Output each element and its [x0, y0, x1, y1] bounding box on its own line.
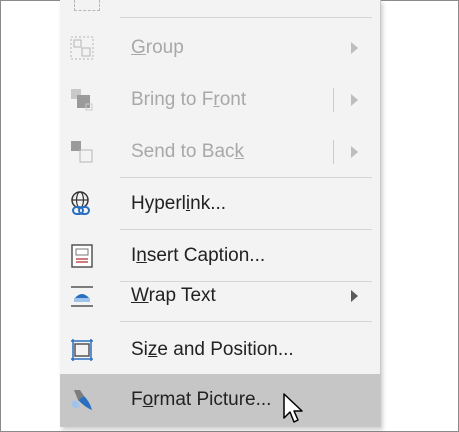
menu-item-hyperlink[interactable]: Hyperlink...: [60, 178, 380, 230]
context-menu: Group Bring to Front Send to Back Hyperl…: [60, 0, 381, 427]
cropped-item-icon: [74, 0, 100, 11]
split-divider: [333, 140, 334, 164]
insert-caption-icon: [68, 242, 96, 270]
menu-item-label: Bring to Front: [131, 89, 247, 110]
menu-item-label: Size and Position...: [131, 339, 294, 360]
format-picture-icon: [68, 386, 96, 414]
menu-separator: [120, 17, 372, 18]
size-and-position-icon: [68, 336, 96, 364]
submenu-arrow-icon[interactable]: [351, 146, 358, 158]
submenu-arrow-icon[interactable]: [351, 94, 358, 106]
menu-item-label: Format Picture...: [131, 389, 272, 410]
menu-item-label: Group: [131, 37, 184, 58]
menu-item-format-picture[interactable]: Format Picture...: [60, 374, 380, 426]
menu-item-size-and-position[interactable]: Size and Position...: [60, 324, 380, 376]
menu-item-bring-to-front[interactable]: Bring to Front: [60, 74, 380, 126]
hyperlink-icon: [68, 190, 96, 218]
submenu-arrow-icon: [351, 42, 358, 54]
menu-item-label: Wrap Text: [131, 285, 216, 306]
mouse-cursor-icon: [283, 393, 303, 423]
send-to-back-icon: [68, 138, 96, 166]
menu-item-send-to-back[interactable]: Send to Back: [60, 126, 380, 178]
wrap-text-icon: [68, 282, 96, 310]
group-icon: [68, 34, 96, 62]
bring-to-front-icon: [68, 86, 96, 114]
menu-item-label: Send to Back: [131, 141, 245, 162]
split-divider: [333, 88, 334, 112]
submenu-arrow-icon: [351, 290, 358, 302]
menu-item-group[interactable]: Group: [60, 22, 380, 74]
menu-item-label: Hyperlink...: [131, 193, 227, 214]
menu-item-wrap-text[interactable]: Wrap Text: [60, 270, 380, 322]
